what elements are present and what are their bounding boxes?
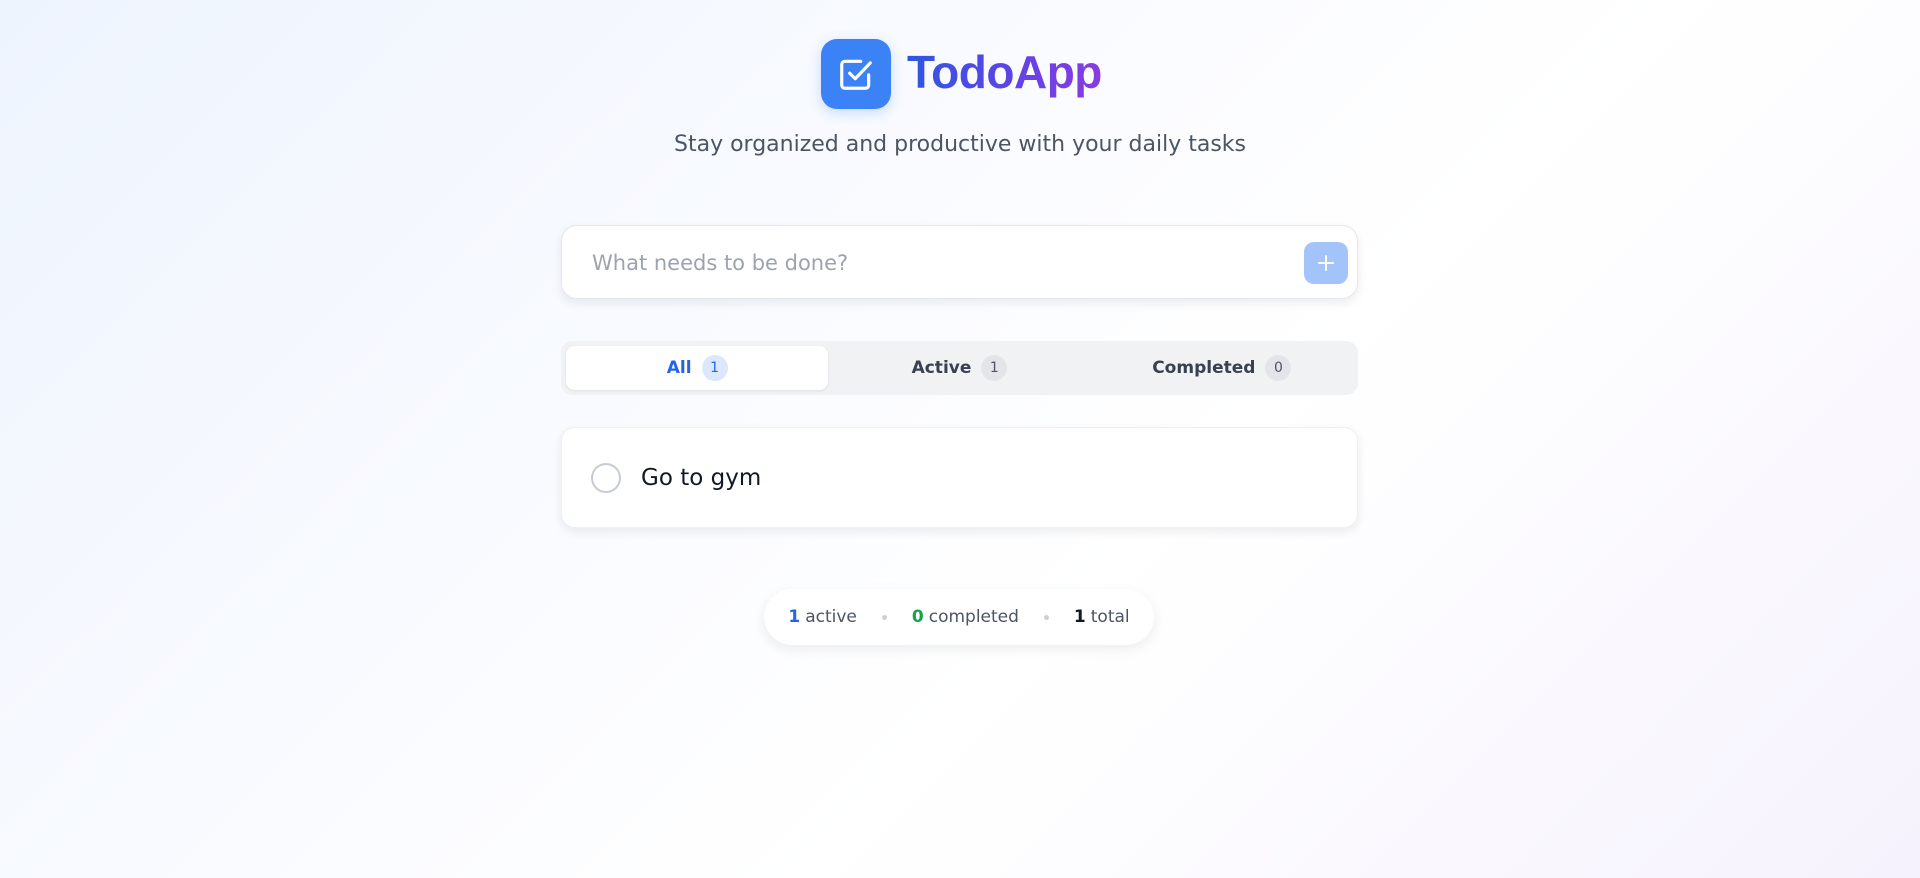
add-task-button[interactable] bbox=[1304, 242, 1348, 284]
todo-app: TodoApp Stay organized and productive wi… bbox=[0, 0, 1920, 878]
separator-dot bbox=[881, 614, 887, 620]
tab-completed-label: Completed bbox=[1152, 358, 1256, 378]
separator-dot bbox=[1043, 614, 1049, 620]
completed-label: completed bbox=[928, 607, 1019, 627]
filter-tabs: All 1 Active 1 Completed 0 bbox=[561, 341, 1358, 395]
todo-item: Go to gym bbox=[561, 427, 1358, 528]
total-count: 1 bbox=[1073, 607, 1086, 627]
tab-all-count: 1 bbox=[701, 355, 728, 381]
task-stats: 1 active 0 completed 1 total bbox=[764, 589, 1154, 645]
active-count: 1 bbox=[788, 607, 801, 627]
tab-completed-count: 0 bbox=[1265, 355, 1292, 381]
todo-checkbox[interactable] bbox=[591, 463, 621, 493]
tab-completed[interactable]: Completed 0 bbox=[1091, 346, 1353, 390]
tab-active-label: Active bbox=[911, 358, 972, 378]
tab-all[interactable]: All 1 bbox=[566, 346, 829, 390]
app-title: TodoApp bbox=[907, 46, 1102, 98]
todo-text[interactable]: Go to gym bbox=[641, 428, 761, 527]
check-square-icon bbox=[821, 39, 891, 109]
tab-active[interactable]: Active 1 bbox=[828, 346, 1090, 390]
app-header: TodoApp bbox=[821, 39, 1102, 109]
new-task-form bbox=[561, 225, 1358, 300]
tab-active-count: 1 bbox=[981, 355, 1008, 381]
new-task-input[interactable] bbox=[590, 226, 1274, 300]
plus-icon bbox=[1318, 255, 1334, 271]
tab-all-label: All bbox=[666, 358, 692, 378]
active-label: active bbox=[805, 607, 857, 627]
app-subtitle: Stay organized and productive with your … bbox=[674, 132, 1246, 157]
completed-count: 0 bbox=[911, 607, 924, 627]
total-label: total bbox=[1090, 607, 1130, 627]
